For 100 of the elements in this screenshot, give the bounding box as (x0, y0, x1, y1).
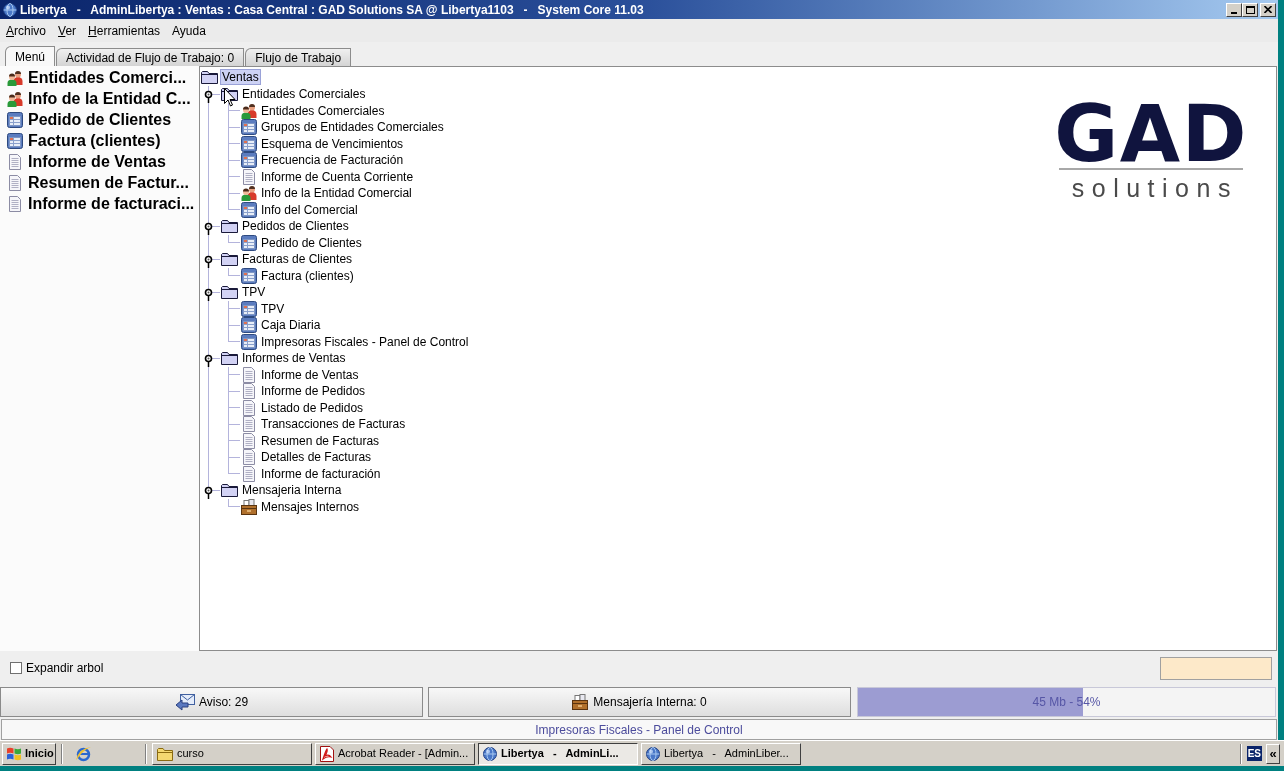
tree-item[interactable]: Ventas (220, 69, 261, 85)
file-box-icon (572, 694, 589, 710)
expand-handle-icon[interactable] (204, 288, 213, 301)
document-icon (9, 174, 21, 191)
tree-item[interactable]: Informe de Pedidos (259, 383, 368, 400)
tree-item[interactable]: Transacciones de Facturas (259, 416, 408, 433)
language-indicator[interactable]: ES (1246, 746, 1262, 761)
favorite-item[interactable]: Resumen de Factur... (7, 172, 199, 193)
tree-item[interactable]: TPV (259, 300, 287, 317)
tree-item[interactable]: Grupos de Entidades Comerciales (259, 119, 446, 136)
document-icon (243, 416, 255, 433)
expand-handle-icon[interactable] (204, 486, 213, 499)
start-button[interactable]: Inicio (2, 742, 56, 765)
document-icon (243, 366, 255, 383)
checkbox[interactable] (10, 662, 22, 674)
menu-item[interactable]: Ver (58, 23, 77, 38)
minimize-icon (1231, 11, 1237, 14)
document-icon (243, 168, 255, 185)
favorite-item[interactable]: Informe de facturaci... (7, 193, 199, 214)
folder-icon (221, 219, 238, 234)
document-icon (243, 432, 255, 449)
pdf-icon (320, 745, 334, 762)
tree-item[interactable]: Frecuencia de Facturación (259, 152, 406, 169)
window-title: Libertya - AdminLibertya : Ventas : Casa Central : GAD Solutions SA @ Libertya1103 - System Core 11.03 (20, 2, 644, 17)
people-icon (7, 69, 23, 86)
expand-handle-icon[interactable] (204, 90, 213, 103)
taskbar-button[interactable]: Libertya - AdminLiber... (641, 742, 801, 765)
expand-handle-icon[interactable] (204, 354, 213, 367)
tab[interactable]: Flujo de Trabajo (245, 48, 352, 66)
tree-item[interactable]: Entidades Comerciales (259, 102, 387, 119)
minimize-button[interactable] (1226, 2, 1242, 17)
browser-icon[interactable] (75, 745, 92, 762)
expand-handle-icon[interactable] (204, 255, 213, 268)
tree-item[interactable]: TPV (240, 284, 268, 301)
people-icon (7, 90, 23, 107)
close-icon (1264, 6, 1272, 13)
tree-item[interactable]: Informe de facturación (259, 465, 383, 482)
window-icon (241, 300, 257, 317)
input-field[interactable] (1160, 656, 1272, 680)
mouse-cursor-icon (224, 88, 236, 107)
people-icon (241, 102, 257, 119)
window-icon (241, 135, 257, 152)
favorite-item[interactable]: Entidades Comerci... (7, 67, 199, 88)
menu-item[interactable]: Herramientas (88, 23, 161, 38)
alerts-button[interactable]: Aviso: 29 (0, 687, 423, 717)
tree-item[interactable]: Mensajeria Interna (240, 482, 344, 499)
document-icon (9, 153, 21, 170)
tree-item[interactable]: Impresoras Fiscales - Panel de Control (259, 333, 471, 350)
tree-item[interactable]: Mensajes Internos (259, 498, 362, 515)
window-icon (7, 132, 23, 149)
tree-item[interactable]: Informe de Cuenta Corriente (259, 168, 416, 185)
tree-item[interactable]: Info del Comercial (259, 201, 360, 218)
tree-item[interactable]: Resumen de Facturas (259, 432, 382, 449)
tree-item[interactable]: Informes de Ventas (240, 350, 348, 367)
tree-item[interactable]: Esquema de Vencimientos (259, 135, 406, 152)
tree-item[interactable]: Facturas de Clientes (240, 251, 355, 268)
favorite-item[interactable]: Factura (clientes) (7, 130, 199, 151)
window-icon (241, 234, 257, 251)
tree-item[interactable]: Listado de Pedidos (259, 399, 366, 416)
taskbar-button[interactable]: Acrobat Reader - [Admin... (315, 742, 475, 765)
logo-tagline: solutions (1070, 175, 1238, 201)
favorite-item[interactable]: Pedido de Clientes (7, 109, 199, 130)
checkbox-label: Expandir arbol (26, 661, 104, 675)
people-icon (241, 185, 257, 202)
document-icon (243, 449, 255, 466)
globe-icon (646, 746, 660, 761)
tree-item[interactable]: Caja Diaria (259, 317, 323, 334)
favorite-item[interactable]: Informe de Ventas (7, 151, 199, 172)
tray-toggle-button[interactable]: « (1266, 743, 1280, 764)
tree-item[interactable]: Detalles de Facturas (259, 449, 374, 466)
tree-item[interactable]: Pedido de Clientes (259, 234, 364, 251)
globe-icon (483, 746, 497, 761)
close-button[interactable] (1260, 2, 1276, 17)
messages-button[interactable]: Mensajería Interna: 0 (428, 687, 851, 717)
status-message: Impresoras Fiscales - Panel de Control (535, 722, 743, 737)
maximize-button[interactable] (1242, 2, 1258, 17)
mail-arrow-icon (174, 693, 195, 711)
tree-item[interactable]: Entidades Comerciales (240, 86, 368, 103)
folder-icon (157, 746, 173, 761)
window-icon (241, 333, 257, 350)
favorite-item[interactable]: Info de la Entidad C... (7, 88, 199, 109)
taskbar-button[interactable]: Libertya - AdminLi... (478, 742, 638, 765)
document-icon (243, 465, 255, 482)
window-icon (7, 111, 23, 128)
expand-handle-icon[interactable] (204, 222, 213, 235)
document-icon (243, 383, 255, 400)
folder-icon (221, 252, 238, 267)
document-icon (243, 399, 255, 416)
menu-item[interactable]: Archivo (6, 23, 47, 38)
menu-item[interactable]: Ayuda (172, 23, 206, 38)
tree-item[interactable]: Factura (clientes) (259, 267, 356, 284)
taskbar-button[interactable]: curso (152, 742, 312, 765)
tab[interactable]: Menú (5, 46, 56, 66)
tree-item[interactable]: Informe de Ventas (259, 366, 361, 383)
window-icon (241, 152, 257, 169)
folder-icon (221, 483, 238, 498)
window-icon (241, 201, 257, 218)
tree-item[interactable]: Info de la Entidad Comercial (259, 185, 414, 202)
tab[interactable]: Actividad de Flujo de Trabajo: 0 (56, 48, 245, 66)
tree-item[interactable]: Pedidos de Clientes (240, 218, 351, 235)
